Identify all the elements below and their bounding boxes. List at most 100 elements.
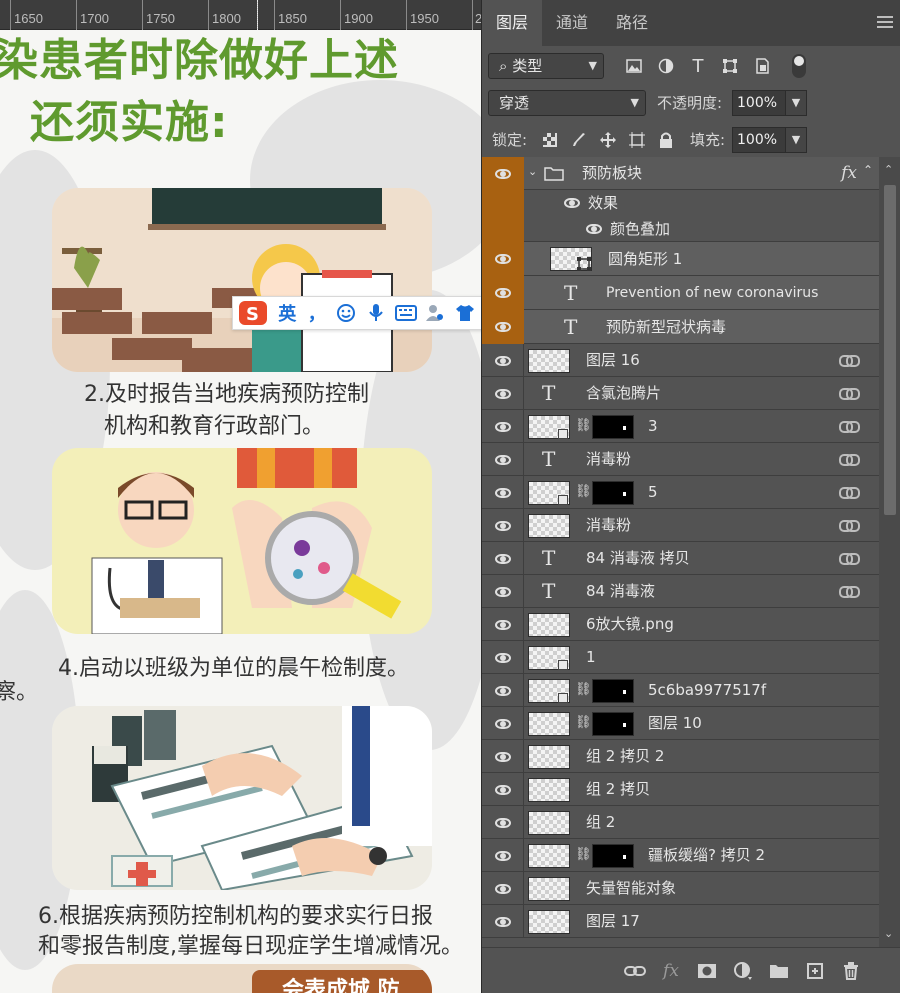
link-layers-icon[interactable] bbox=[622, 958, 648, 984]
ime-toolbar[interactable]: S 英 ， bbox=[232, 296, 481, 330]
visibility-toggle[interactable] bbox=[482, 476, 524, 509]
layer-row-text[interactable]: T 84 消毒液 bbox=[482, 575, 879, 608]
visibility-toggle[interactable] bbox=[482, 674, 524, 707]
scroll-down-icon[interactable]: ⌄ bbox=[884, 927, 893, 940]
visibility-toggle[interactable] bbox=[482, 773, 524, 806]
visibility-toggle[interactable] bbox=[482, 242, 524, 276]
visibility-toggle[interactable] bbox=[482, 509, 524, 542]
type-filter-icon[interactable]: T bbox=[687, 55, 709, 77]
mask-link-icon[interactable]: ⛓ bbox=[575, 418, 592, 434]
user-settings-icon[interactable] bbox=[420, 298, 450, 328]
add-mask-icon[interactable] bbox=[694, 958, 720, 984]
layer-filter-dropdown[interactable]: ⌕ 类型 ▼ bbox=[488, 53, 604, 79]
new-adjustment-layer-icon[interactable] bbox=[730, 958, 756, 984]
visibility-toggle[interactable] bbox=[482, 276, 524, 310]
layer-mask-thumbnail[interactable] bbox=[592, 481, 634, 505]
link-icon[interactable] bbox=[839, 487, 860, 499]
layer-row-group[interactable]: ⌄ 预防板块 fx ⌃ bbox=[482, 157, 879, 190]
layer-row-text[interactable]: T 预防新型冠状病毒 bbox=[482, 310, 879, 344]
visibility-toggle[interactable] bbox=[482, 905, 524, 938]
adjustment-filter-icon[interactable] bbox=[655, 55, 677, 77]
mask-link-icon[interactable]: ⛓ bbox=[575, 715, 592, 731]
tab-paths[interactable]: 路径 bbox=[602, 0, 662, 46]
layer-mask-thumbnail[interactable] bbox=[592, 679, 634, 703]
visibility-toggle[interactable] bbox=[482, 608, 524, 641]
link-icon[interactable] bbox=[839, 520, 860, 532]
layer-row-text[interactable]: T Prevention of new coronavirus bbox=[482, 276, 879, 310]
mask-link-icon[interactable]: ⛓ bbox=[575, 847, 592, 863]
layer-row-masked[interactable]: ⛓ 图层 10 bbox=[482, 707, 879, 740]
layer-row-masked[interactable]: ⛓ 5 bbox=[482, 476, 879, 509]
visibility-toggle[interactable] bbox=[482, 872, 524, 905]
fill-input[interactable]: 100% bbox=[732, 127, 786, 153]
lock-all-icon[interactable] bbox=[655, 129, 677, 151]
ime-language-toggle[interactable]: 英 bbox=[272, 298, 302, 328]
microphone-icon[interactable] bbox=[361, 298, 391, 328]
shape-filter-icon[interactable] bbox=[719, 55, 741, 77]
new-group-folder-icon[interactable] bbox=[766, 958, 792, 984]
visibility-toggle[interactable] bbox=[482, 806, 524, 839]
fill-chevron-icon[interactable]: ▼ bbox=[785, 127, 807, 153]
layer-row-text[interactable]: T 84 消毒液 拷贝 bbox=[482, 542, 879, 575]
visibility-toggle[interactable] bbox=[482, 377, 524, 410]
add-layer-style-icon[interactable]: fx bbox=[658, 958, 684, 984]
image-filter-icon[interactable] bbox=[623, 55, 645, 77]
skin-shirt-icon[interactable] bbox=[450, 298, 480, 328]
layer-list[interactable]: ⌄ 预防板块 fx ⌃ 效果 颜色叠加 圆角矩形 1 T Prevention … bbox=[482, 157, 879, 947]
scroll-up-icon[interactable]: ⌃ bbox=[884, 163, 893, 176]
layer-row-pixel[interactable]: 6放大镜.png bbox=[482, 608, 879, 641]
mask-link-icon[interactable]: ⛓ bbox=[575, 484, 592, 500]
visibility-toggle[interactable] bbox=[482, 344, 524, 377]
layer-row-smart[interactable]: 1 bbox=[482, 641, 879, 674]
layer-effects-row[interactable]: 效果 bbox=[482, 190, 879, 216]
link-icon[interactable] bbox=[839, 454, 860, 466]
new-layer-icon[interactable] bbox=[802, 958, 828, 984]
document-canvas[interactable]: 1650 1700 1750 1800 1850 1900 1950 2 染患者… bbox=[0, 0, 481, 993]
opacity-input[interactable]: 100% bbox=[732, 90, 786, 116]
layer-row-masked[interactable]: ⛓ 疆板缓缁? 拷贝 2 bbox=[482, 839, 879, 872]
visibility-toggle[interactable] bbox=[482, 641, 524, 674]
chevron-up-icon[interactable]: ⌃ bbox=[863, 163, 873, 177]
layer-row-masked[interactable]: ⛓ 3 bbox=[482, 410, 879, 443]
layer-list-scrollbar[interactable]: ⌃ ⌄ bbox=[879, 157, 900, 947]
ime-punctuation-toggle[interactable]: ， bbox=[302, 298, 332, 328]
tab-layers[interactable]: 图层 bbox=[482, 0, 542, 46]
lock-position-icon[interactable] bbox=[597, 129, 619, 151]
visibility-toggle[interactable] bbox=[482, 740, 524, 773]
layer-row-pixel[interactable]: 组 2 拷贝 2 bbox=[482, 740, 879, 773]
layer-row-pixel[interactable]: 组 2 bbox=[482, 806, 879, 839]
scrollbar-thumb[interactable] bbox=[884, 185, 896, 515]
layer-row-pixel[interactable]: 矢量智能对象 bbox=[482, 872, 879, 905]
layer-mask-thumbnail[interactable] bbox=[592, 844, 634, 868]
keyboard-icon[interactable] bbox=[391, 298, 421, 328]
lock-image-pixels-icon[interactable] bbox=[568, 129, 590, 151]
link-icon[interactable] bbox=[839, 553, 860, 565]
tab-channels[interactable]: 通道 bbox=[542, 0, 602, 46]
layer-row-text[interactable]: T 消毒粉 bbox=[482, 443, 879, 476]
layer-row-masked[interactable]: ⛓ 5c6ba9977517f bbox=[482, 674, 879, 707]
panel-menu-icon[interactable] bbox=[877, 16, 893, 30]
visibility-toggle[interactable] bbox=[482, 542, 524, 575]
eye-icon[interactable] bbox=[564, 198, 580, 208]
link-icon[interactable] bbox=[839, 388, 860, 400]
visibility-toggle[interactable] bbox=[482, 575, 524, 608]
delete-layer-trash-icon[interactable] bbox=[838, 958, 864, 984]
layer-effect-color-overlay[interactable]: 颜色叠加 bbox=[482, 216, 879, 242]
layer-row-pixel[interactable]: 组 2 拷贝 bbox=[482, 773, 879, 806]
filter-toggle[interactable] bbox=[792, 54, 806, 78]
sogou-logo-icon[interactable]: S bbox=[233, 298, 272, 328]
emoji-icon[interactable] bbox=[332, 298, 362, 328]
layer-row-pixel[interactable]: 图层 17 bbox=[482, 905, 879, 938]
visibility-toggle[interactable] bbox=[482, 157, 524, 190]
visibility-toggle[interactable] bbox=[482, 707, 524, 740]
blend-mode-dropdown[interactable]: 穿透 ▼ bbox=[488, 90, 646, 116]
visibility-toggle[interactable] bbox=[482, 410, 524, 443]
link-icon[interactable] bbox=[839, 586, 860, 598]
chevron-down-icon[interactable]: ⌄ bbox=[528, 165, 537, 178]
link-icon[interactable] bbox=[839, 421, 860, 433]
layer-row-pixel[interactable]: 图层 16 bbox=[482, 344, 879, 377]
layer-mask-thumbnail[interactable] bbox=[592, 712, 634, 736]
layer-mask-thumbnail[interactable] bbox=[592, 415, 634, 439]
fx-icon[interactable]: fx bbox=[841, 163, 857, 183]
smart-object-filter-icon[interactable] bbox=[751, 55, 773, 77]
